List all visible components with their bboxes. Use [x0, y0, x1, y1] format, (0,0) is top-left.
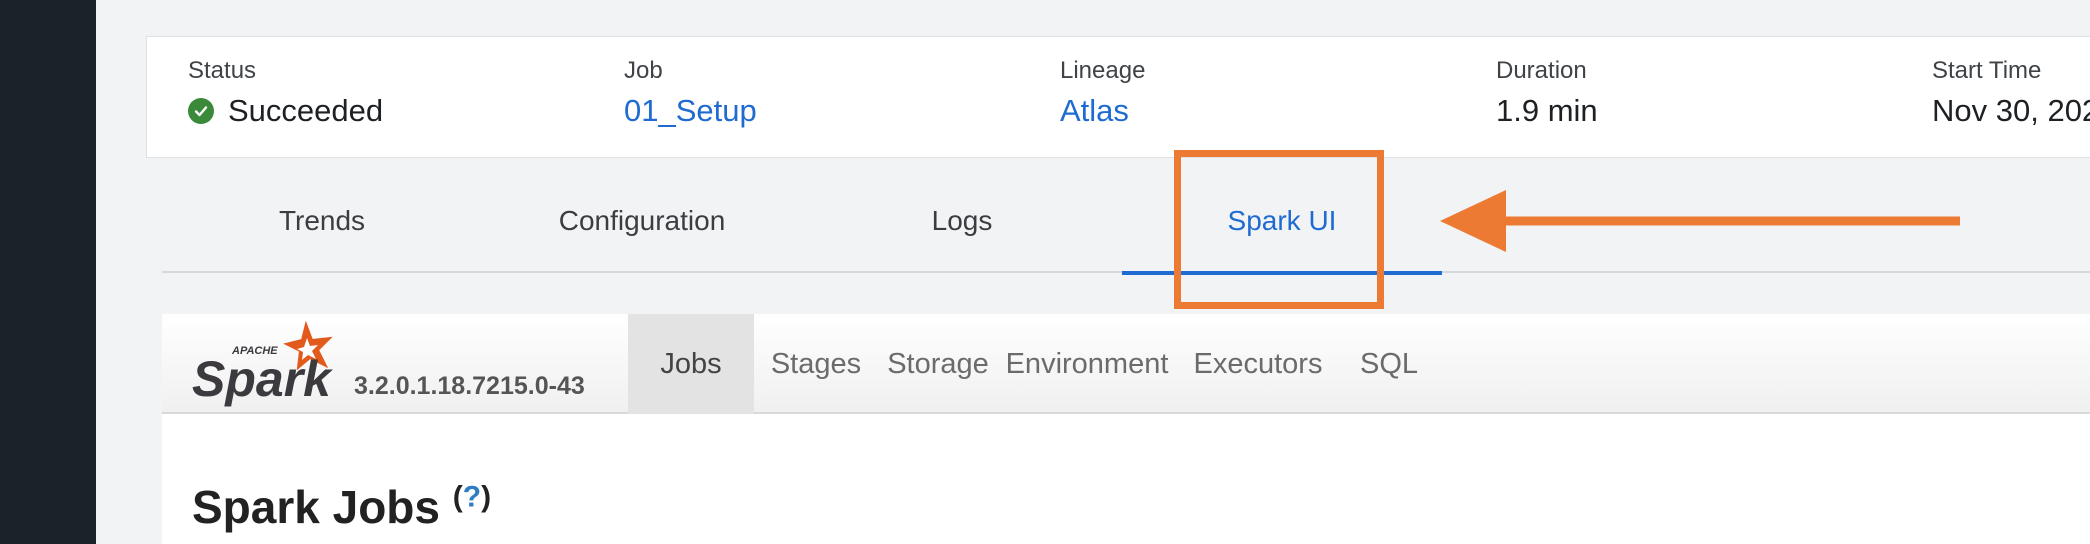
page-title-text: Spark Jobs — [192, 481, 440, 533]
status-field: Status Succeeded — [188, 57, 383, 129]
spark-tab-stages[interactable]: Stages — [754, 314, 878, 414]
help-open-paren: ( — [452, 480, 463, 514]
lineage-label: Lineage — [1060, 57, 1146, 84]
job-run-summary: Status Succeeded Job 01_Setup Lineage At… — [146, 36, 2090, 158]
lineage-link[interactable]: Atlas — [1060, 93, 1145, 129]
tab-logs[interactable]: Logs — [802, 168, 1122, 273]
spark-tab-storage[interactable]: Storage — [878, 314, 998, 414]
tab-trends[interactable]: Trends — [162, 168, 482, 273]
tab-spark-ui[interactable]: Spark UI — [1122, 168, 1442, 275]
check-circle-icon — [188, 98, 214, 124]
spark-tab-environment[interactable]: Environment — [998, 314, 1176, 414]
job-field: Job 01_Setup — [624, 57, 757, 129]
tab-configuration[interactable]: Configuration — [482, 168, 802, 273]
spark-navbar: APACHE Spark 3.2.0.1.18.7215.0-43 Jobs S… — [162, 314, 2090, 414]
help-question-mark: ? — [462, 480, 482, 514]
spark-logo-text: Spark — [192, 351, 333, 407]
status-label: Status — [188, 57, 257, 84]
status-value: Succeeded — [228, 93, 384, 128]
spark-tab-executors[interactable]: Executors — [1176, 314, 1340, 414]
start-time-label: Start Time — [1932, 57, 2042, 84]
left-navigation-rail — [0, 0, 96, 544]
duration-value: 1.9 min — [1496, 93, 1598, 128]
duration-label: Duration — [1496, 57, 1587, 84]
start-time-field: Start Time Nov 30, 202 — [1932, 57, 2090, 129]
spark-tab-sql[interactable]: SQL — [1340, 314, 1438, 414]
start-time-value: Nov 30, 202 — [1932, 93, 2090, 128]
job-label: Job — [624, 57, 663, 84]
spark-version: 3.2.0.1.18.7215.0-43 — [354, 372, 585, 400]
help-icon[interactable]: (?) — [453, 481, 491, 514]
arrow-left-icon — [1440, 190, 1960, 252]
job-link[interactable]: 01_Setup — [624, 93, 757, 129]
page-title: Spark Jobs (?) — [192, 480, 491, 534]
spark-tab-jobs[interactable]: Jobs — [628, 314, 754, 414]
spark-logo[interactable]: APACHE Spark — [188, 318, 348, 413]
lineage-field: Lineage Atlas — [1060, 57, 1145, 129]
help-close-paren: ) — [481, 480, 492, 514]
duration-field: Duration 1.9 min — [1496, 57, 1598, 129]
